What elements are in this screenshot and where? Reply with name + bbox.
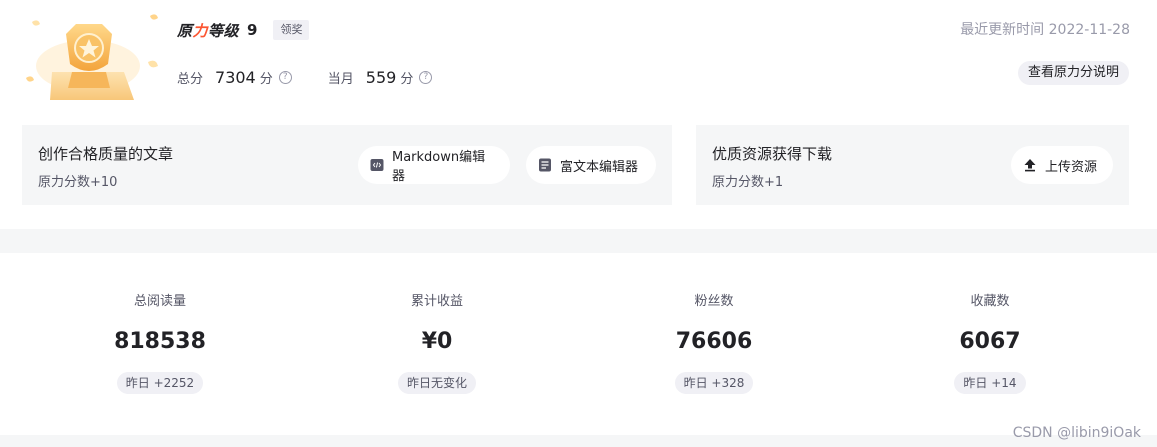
stat-followers: 粉丝数 76606 昨日 +328 bbox=[614, 290, 814, 394]
code-doc-icon bbox=[370, 159, 384, 171]
question-circle-icon[interactable]: ? bbox=[278, 71, 292, 84]
stat-favorites: 收藏数 6067 昨日 +14 bbox=[890, 290, 1090, 394]
stat-value: 76606 bbox=[675, 329, 753, 354]
richtext-editor-button[interactable]: 富文本编辑器 bbox=[526, 146, 656, 184]
stat-delta-badge: 昨日无变化 bbox=[397, 372, 476, 394]
month-score-label: 当月 bbox=[327, 72, 354, 87]
total-score-label: 总分 bbox=[177, 72, 204, 87]
markdown-editor-label: Markdown编辑器 bbox=[391, 150, 486, 184]
watermark: CSDN @libin9iOak bbox=[1012, 425, 1141, 441]
stat-value: 6067 bbox=[959, 329, 1021, 354]
stat-label: 累计收益 bbox=[410, 294, 463, 309]
stat-delta-badge: 昨日 +14 bbox=[954, 372, 1026, 394]
resource-task-title: 优质资源获得下载 bbox=[712, 145, 833, 163]
stat-delta-badge: 昨日 +2252 bbox=[116, 372, 204, 394]
upload-icon bbox=[1024, 159, 1036, 172]
article-task-reward: 原力分数+10 bbox=[38, 175, 118, 190]
stat-label: 收藏数 bbox=[970, 294, 1010, 309]
stat-delta-badge: 昨日 +328 bbox=[674, 372, 754, 394]
medal-icon bbox=[26, 14, 158, 100]
upload-resource-label: 上传资源 bbox=[1045, 159, 1098, 175]
force-explain-button[interactable]: 查看原力分说明 bbox=[1017, 61, 1129, 85]
article-task-panel: 创作合格质量的文章 原力分数+10 Markdown编辑器 富文本编辑器 bbox=[22, 125, 672, 205]
score-row: 总分 7304 分 ? 当月 559 分 ? bbox=[177, 68, 433, 87]
stat-label: 总阅读量 bbox=[133, 294, 186, 309]
stat-total-income: 累计收益 ¥0 昨日无变化 bbox=[337, 290, 537, 394]
stat-value: 818538 bbox=[114, 329, 206, 354]
upload-resource-button[interactable]: 上传资源 bbox=[1011, 146, 1113, 184]
level-number: 9 bbox=[247, 21, 258, 39]
claim-reward-button[interactable]: 领奖 bbox=[273, 20, 310, 40]
stat-value: ¥0 bbox=[421, 329, 453, 354]
article-task-title: 创作合格质量的文章 bbox=[38, 145, 174, 163]
markdown-editor-button[interactable]: Markdown编辑器 bbox=[358, 146, 510, 184]
month-score-unit: 分 bbox=[400, 72, 414, 87]
level-title: 原力等级 bbox=[177, 21, 240, 40]
rich-doc-icon bbox=[539, 158, 551, 172]
resource-task-reward: 原力分数+1 bbox=[712, 175, 784, 190]
resource-task-panel: 优质资源获得下载 原力分数+1 上传资源 bbox=[696, 125, 1129, 205]
update-time: 最近更新时间 2022-11-28 bbox=[960, 22, 1130, 38]
stat-total-reads: 总阅读量 818538 昨日 +2252 bbox=[60, 290, 260, 394]
month-score-value: 559 bbox=[365, 68, 397, 87]
question-circle-icon[interactable]: ? bbox=[419, 71, 433, 84]
total-score-value: 7304 bbox=[215, 68, 256, 87]
stat-label: 粉丝数 bbox=[694, 294, 734, 309]
total-score-unit: 分 bbox=[259, 72, 273, 87]
richtext-editor-label: 富文本编辑器 bbox=[560, 159, 639, 175]
level-row: 原力等级 9 领奖 bbox=[177, 19, 310, 41]
